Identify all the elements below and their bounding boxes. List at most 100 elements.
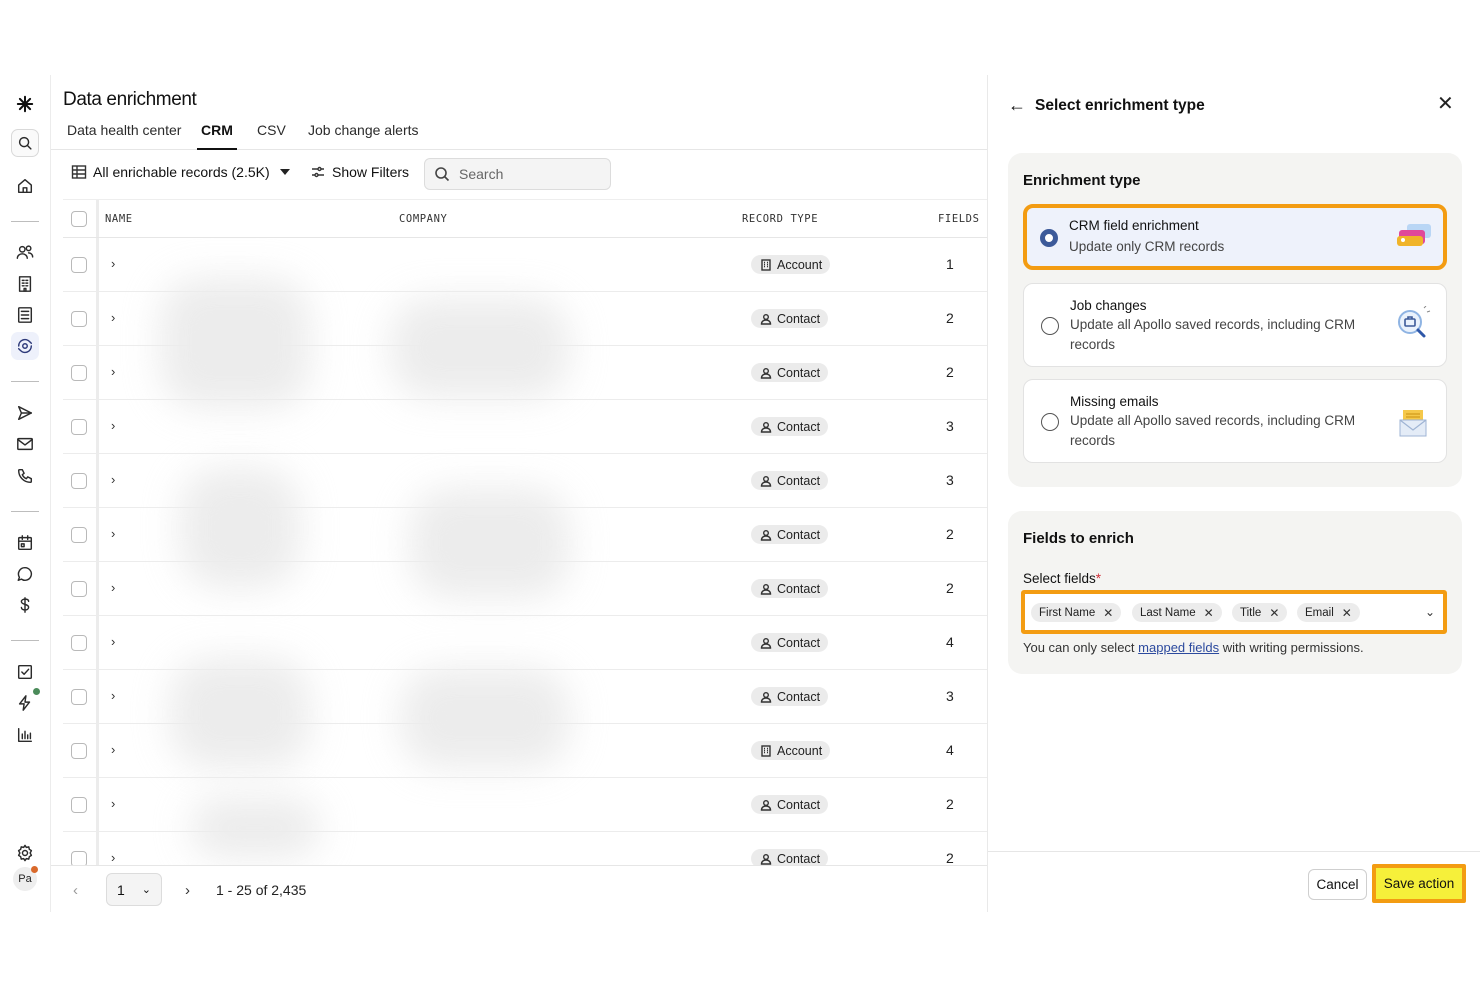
remove-chip-icon[interactable]: ✕ [1103, 606, 1113, 620]
field-chip-label: First Name [1039, 606, 1096, 619]
row-checkbox[interactable] [71, 689, 87, 705]
pagination: ‹ 1 ⌄ › 1 - 25 of 2,435 [51, 865, 987, 912]
option-missing-emails[interactable]: Missing emails Update all Apollo saved r… [1023, 379, 1447, 463]
row-checkbox[interactable] [71, 527, 87, 543]
select-all-checkbox[interactable] [71, 211, 87, 227]
row-checkbox[interactable] [71, 581, 87, 597]
expand-row-icon[interactable]: › [111, 743, 121, 756]
option-title: Missing emails [1070, 394, 1159, 409]
table-row[interactable]: › Contact 3 [63, 400, 987, 454]
prev-page-icon[interactable]: ‹ [73, 882, 78, 899]
table-row[interactable]: › Contact 2 [63, 508, 987, 562]
cancel-button[interactable]: Cancel [1308, 869, 1367, 900]
building-icon[interactable] [11, 270, 39, 298]
radio-crm-field-enrichment[interactable] [1040, 229, 1058, 247]
record-type-label: Account [777, 743, 823, 758]
radio-job-changes[interactable] [1041, 317, 1059, 335]
expand-row-icon[interactable]: › [111, 419, 121, 432]
required-mark: * [1095, 571, 1102, 586]
home-icon[interactable] [11, 172, 39, 200]
row-checkbox[interactable] [71, 311, 87, 327]
analytics-icon[interactable] [11, 721, 39, 749]
mail-icon[interactable] [11, 430, 39, 458]
row-checkbox[interactable] [71, 635, 87, 651]
remove-chip-icon[interactable]: ✕ [1342, 606, 1352, 620]
list-icon[interactable] [11, 301, 39, 329]
expand-row-icon[interactable]: › [111, 527, 121, 540]
phone-icon[interactable] [11, 462, 39, 490]
dollar-icon[interactable] [11, 591, 39, 619]
field-chip[interactable]: First Name ✕ [1031, 603, 1122, 622]
expand-row-icon[interactable]: › [111, 581, 121, 594]
back-arrow-icon[interactable]: ← [1008, 95, 1026, 116]
save-action-button[interactable]: Save action [1372, 864, 1466, 903]
mapped-fields-link[interactable]: mapped fields [1138, 640, 1219, 655]
expand-row-icon[interactable]: › [111, 797, 121, 810]
search-icon[interactable] [11, 129, 39, 157]
table-row[interactable]: › Contact 3 [63, 670, 987, 724]
radio-missing-emails[interactable] [1041, 413, 1059, 431]
settings-icon[interactable] [11, 839, 39, 867]
search-box[interactable] [424, 158, 611, 190]
record-type-label: Contact [777, 311, 821, 326]
caret-down-icon [279, 169, 290, 175]
table-row[interactable]: › Contact 2 [63, 292, 987, 346]
tasks-icon[interactable] [11, 658, 39, 686]
expand-row-icon[interactable]: › [111, 689, 121, 702]
table-row[interactable]: › Contact 3 [63, 454, 987, 508]
close-icon[interactable]: ✕ [1437, 94, 1454, 114]
remove-chip-icon[interactable]: ✕ [1269, 606, 1279, 620]
tab-data-health-center[interactable]: Data health center [67, 122, 181, 150]
column-header-company[interactable]: COMPANY [399, 213, 447, 225]
search-input[interactable] [459, 166, 589, 182]
option-job-changes[interactable]: Job changes Update all Apollo saved reco… [1023, 283, 1447, 367]
row-checkbox[interactable] [71, 797, 87, 813]
tab-job-change-alerts[interactable]: Job change alerts [308, 122, 419, 150]
table-row[interactable]: › Contact 2 [63, 346, 987, 400]
table-row[interactable]: › Contact 2 [63, 832, 987, 865]
field-chip[interactable]: Last Name ✕ [1132, 603, 1222, 622]
building-icon [760, 744, 772, 757]
people-icon[interactable] [11, 238, 39, 266]
row-checkbox[interactable] [71, 743, 87, 759]
fields-multiselect[interactable]: First Name ✕ Last Name ✕ Title ✕ Email ✕ ⌄ [1021, 590, 1447, 634]
table-row[interactable]: › Contact 2 [63, 778, 987, 832]
table-row[interactable]: › Account 1 [63, 238, 987, 292]
column-header-fields[interactable]: FIELDS [938, 213, 980, 225]
view-selector[interactable]: All enrichable records (2.5K) [71, 164, 290, 180]
table-row[interactable]: › Contact 2 [63, 562, 987, 616]
row-checkbox[interactable] [71, 365, 87, 381]
calendar-icon[interactable] [11, 529, 39, 557]
row-checkbox[interactable] [71, 419, 87, 435]
chat-icon[interactable] [11, 560, 39, 588]
expand-row-icon[interactable]: › [111, 635, 121, 648]
row-checkbox[interactable] [71, 473, 87, 489]
record-type-badge: Contact [751, 525, 829, 544]
app: Pa Data enrichment Data health center CR… [0, 75, 1480, 912]
field-chip[interactable]: Title ✕ [1232, 603, 1288, 622]
field-chip[interactable]: Email ✕ [1297, 603, 1360, 622]
tab-crm[interactable]: CRM [197, 122, 237, 150]
column-header-name[interactable]: NAME [105, 213, 133, 225]
fields-count: 4 [946, 742, 954, 758]
expand-row-icon[interactable]: › [111, 473, 121, 486]
remove-chip-icon[interactable]: ✕ [1204, 606, 1214, 620]
logo-icon[interactable] [11, 90, 39, 118]
expand-row-icon[interactable]: › [111, 851, 121, 864]
expand-row-icon[interactable]: › [111, 311, 121, 324]
chevron-down-icon[interactable]: ⌄ [1425, 605, 1435, 619]
tab-csv[interactable]: CSV [257, 122, 286, 150]
column-header-record-type[interactable]: RECORD TYPE [742, 213, 818, 225]
table-row[interactable]: › Account 4 [63, 724, 987, 778]
row-checkbox[interactable] [71, 257, 87, 273]
enrichment-icon[interactable] [11, 332, 39, 360]
show-filters-button[interactable]: Show Filters [310, 164, 409, 180]
next-page-icon[interactable]: › [185, 882, 190, 899]
row-checkbox[interactable] [71, 851, 87, 865]
send-icon[interactable] [11, 399, 39, 427]
expand-row-icon[interactable]: › [111, 365, 121, 378]
option-crm-field-enrichment[interactable]: CRM field enrichment Update only CRM rec… [1023, 204, 1447, 270]
table-row[interactable]: › Contact 4 [63, 616, 987, 670]
expand-row-icon[interactable]: › [111, 257, 121, 270]
page-select[interactable]: 1 ⌄ [106, 873, 162, 906]
